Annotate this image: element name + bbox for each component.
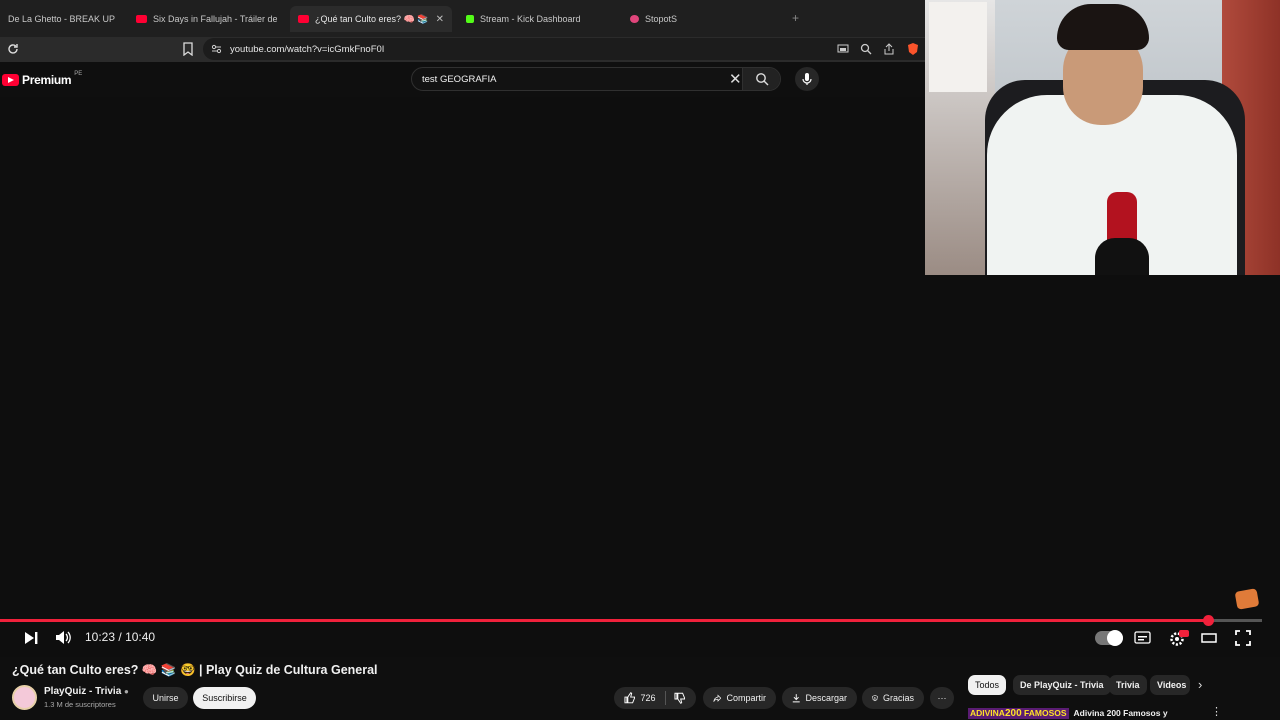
fullscreen-icon[interactable] [1235, 630, 1251, 646]
thanks-label: Gracias [882, 693, 914, 703]
webcam-poster [929, 2, 987, 92]
progress-fill [0, 619, 1209, 622]
youtube-favicon-icon [298, 15, 309, 23]
recommended-menu-icon[interactable]: ⋮ [1211, 705, 1222, 718]
webcam-mic-stand [1095, 238, 1149, 275]
theater-mode-icon[interactable] [1201, 632, 1217, 644]
browser-tab[interactable]: Stream - Kick Dashboard [458, 6, 618, 32]
cast-icon[interactable] [837, 44, 849, 54]
recommended-title: Adivina 200 Famosos y [1073, 708, 1168, 718]
download-button[interactable]: Descargar [782, 687, 857, 709]
thanks-button[interactable]: $ Gracias [862, 687, 924, 709]
time-separator: / [118, 630, 122, 644]
webcam-person-hair [1057, 4, 1149, 50]
channel-avatar[interactable] [12, 685, 37, 710]
tab-label: ¿Qué tan Culto eres? 🧠 📚 🤓 [315, 13, 430, 24]
zoom-icon[interactable] [860, 43, 872, 55]
join-button[interactable]: Unirse [143, 687, 188, 709]
like-count[interactable]: 726 [641, 693, 656, 703]
microphone-icon [802, 73, 812, 85]
url-text: youtube.com/watch?v=icGmkFnoF0I [230, 43, 385, 55]
settings-gear-icon[interactable] [1168, 629, 1190, 647]
verified-badge-icon: ● [124, 687, 129, 696]
time-current: 10:23 [85, 630, 116, 644]
browser-tab-strip: De La Ghetto - BREAK UP (Aud Six Days in… [0, 0, 925, 37]
subscriber-count: 1.3 M de suscriptores [44, 700, 116, 709]
thumb-text: FAMOSOS [1024, 707, 1067, 718]
bookmark-icon[interactable] [182, 42, 194, 56]
browser-tab[interactable]: Six Days in Fallujah - Tráiler de Ga [128, 6, 285, 32]
chip-trivia[interactable]: Trivia [1109, 675, 1147, 695]
tab-label: StopotS [645, 14, 678, 24]
youtube-play-logo-icon [2, 74, 19, 86]
youtube-premium-logo[interactable]: Premium PE [2, 71, 83, 87]
logo-text: Premium [22, 73, 72, 87]
tab-label: Stream - Kick Dashboard [480, 14, 581, 24]
progress-bar[interactable] [0, 615, 1262, 626]
browser-tab-active[interactable]: ¿Qué tan Culto eres? 🧠 📚 🤓 ✕ [290, 6, 452, 32]
stopots-favicon-icon [630, 15, 639, 23]
url-field[interactable]: youtube.com/watch?v=icGmkFnoF0I [203, 38, 925, 60]
reload-icon[interactable] [6, 42, 20, 56]
share-arrow-icon [713, 693, 722, 702]
brave-shield-icon[interactable] [907, 42, 919, 56]
download-icon [792, 694, 800, 703]
download-label: Descargar [805, 693, 847, 703]
autoplay-play-icon [1107, 630, 1123, 646]
share-label: Compartir [726, 693, 766, 703]
next-video-icon[interactable] [23, 631, 39, 645]
time-display: 10:23 / 10:40 [85, 630, 155, 644]
voice-search-button[interactable] [795, 67, 819, 91]
more-actions-button[interactable]: ··· [930, 687, 954, 709]
close-tab-icon[interactable]: ✕ [436, 14, 444, 25]
youtube-favicon-icon [136, 15, 147, 23]
tab-label: De La Ghetto - BREAK UP (Aud [8, 14, 117, 24]
address-bar-row: youtube.com/watch?v=icGmkFnoF0I [0, 37, 925, 62]
country-code: PE [74, 71, 83, 77]
new-tab-button[interactable]: + [792, 11, 799, 25]
chip-all[interactable]: Todos [968, 675, 1007, 695]
subscribe-button[interactable]: Suscribirse [193, 687, 256, 709]
channel-name-text: PlayQuiz - Trivia [44, 686, 122, 697]
chips-next-icon[interactable]: › [1198, 677, 1202, 692]
share-button[interactable]: Compartir [703, 687, 776, 709]
tab-label: Six Days in Fallujah - Tráiler de Ga [153, 14, 277, 24]
browser-tab[interactable]: StopotS [622, 6, 782, 32]
search-box[interactable]: test GEOGRAFIA ✕ [411, 67, 781, 91]
search-input[interactable]: test GEOGRAFIA [422, 74, 496, 85]
browser-tab[interactable]: De La Ghetto - BREAK UP (Aud [0, 6, 125, 32]
autoplay-toggle[interactable] [1095, 630, 1123, 646]
thumb-number: 200 [1004, 707, 1022, 719]
video-title: ¿Qué tan Culto eres? 🧠 📚 🤓 | Play Quiz d… [12, 663, 378, 677]
search-icon [756, 73, 769, 86]
thumb-text: ADIVINA [970, 707, 1005, 718]
kick-favicon-icon [466, 15, 474, 23]
like-divider [664, 691, 666, 705]
search-button[interactable] [742, 68, 780, 90]
like-dislike-group: 726 [614, 687, 696, 709]
webcam-overlay [925, 0, 1280, 275]
channel-watermark-icon[interactable] [1234, 588, 1260, 610]
dislike-icon[interactable] [674, 692, 686, 704]
chip-videos[interactable]: Videos [1150, 675, 1190, 695]
youtube-header: Premium PE test GEOGRAFIA ✕ [0, 62, 925, 97]
chip-from-channel[interactable]: De PlayQuiz - Trivia [1013, 675, 1111, 695]
share-icon[interactable] [883, 43, 895, 55]
recommended-video[interactable]: ADIVINA200 FAMOSOS Adivina 200 Famosos y [968, 706, 1168, 720]
svg-text:$: $ [874, 696, 876, 700]
super-thanks-icon: $ [872, 694, 878, 702]
time-total: 10:40 [125, 630, 156, 644]
site-settings-icon[interactable] [211, 44, 222, 54]
subtitles-icon[interactable] [1134, 631, 1151, 644]
channel-name[interactable]: PlayQuiz - Trivia ● [44, 686, 129, 697]
recommended-thumbnail[interactable]: ADIVINA200 FAMOSOS [968, 707, 1069, 719]
volume-icon[interactable] [55, 630, 72, 645]
clear-search-icon[interactable]: ✕ [729, 70, 742, 88]
like-icon[interactable] [624, 692, 636, 704]
